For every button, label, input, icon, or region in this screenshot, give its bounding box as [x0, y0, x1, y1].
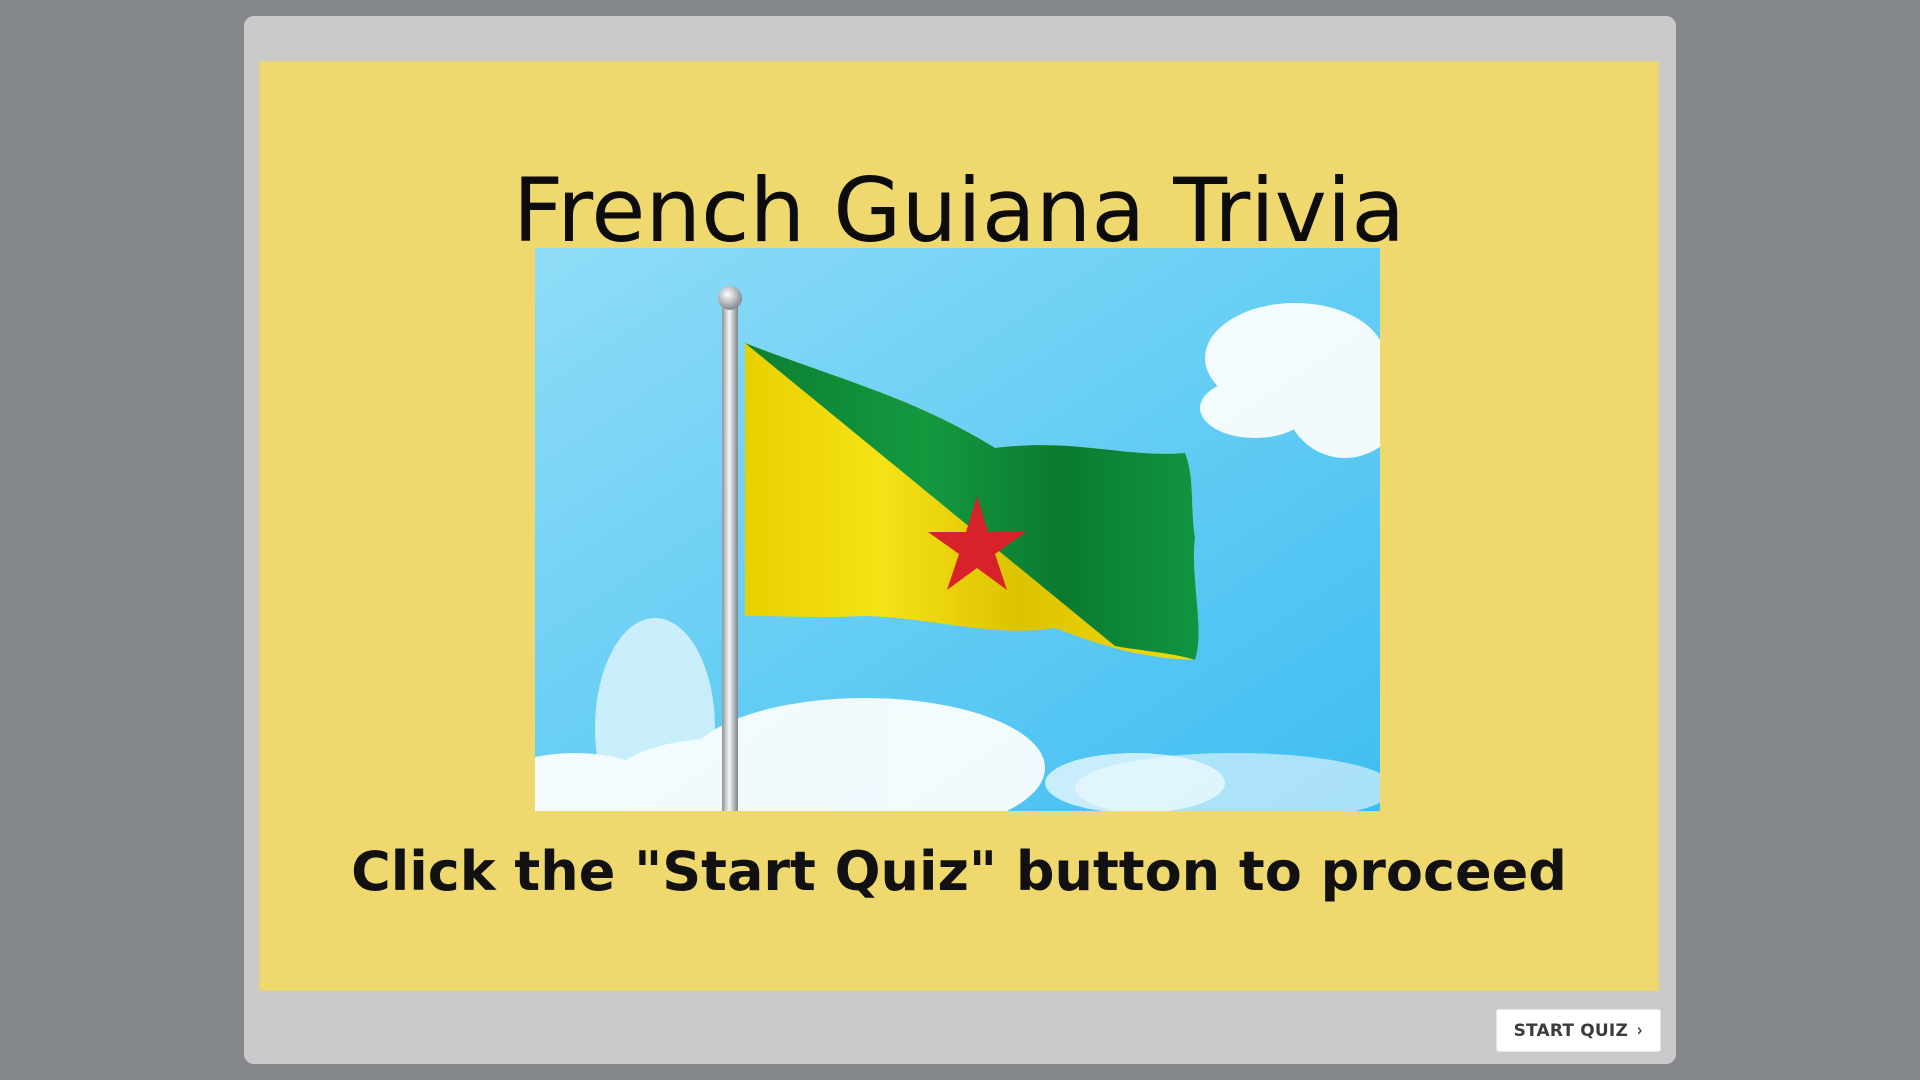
quiz-player-frame: French Guiana Trivia Click the "Start Qu… [244, 16, 1676, 1064]
start-quiz-label: START QUIZ [1513, 1020, 1628, 1041]
chevron-right-icon: › [1636, 1020, 1643, 1041]
start-quiz-button[interactable]: START QUIZ › [1496, 1009, 1661, 1052]
start-instructions: Click the "Start Quiz" button to proceed [351, 840, 1567, 903]
title-slide: French Guiana Trivia Click the "Start Qu… [259, 61, 1659, 991]
french-guiana-flag-image [535, 248, 1380, 811]
slide-title: French Guiana Trivia [512, 159, 1406, 262]
